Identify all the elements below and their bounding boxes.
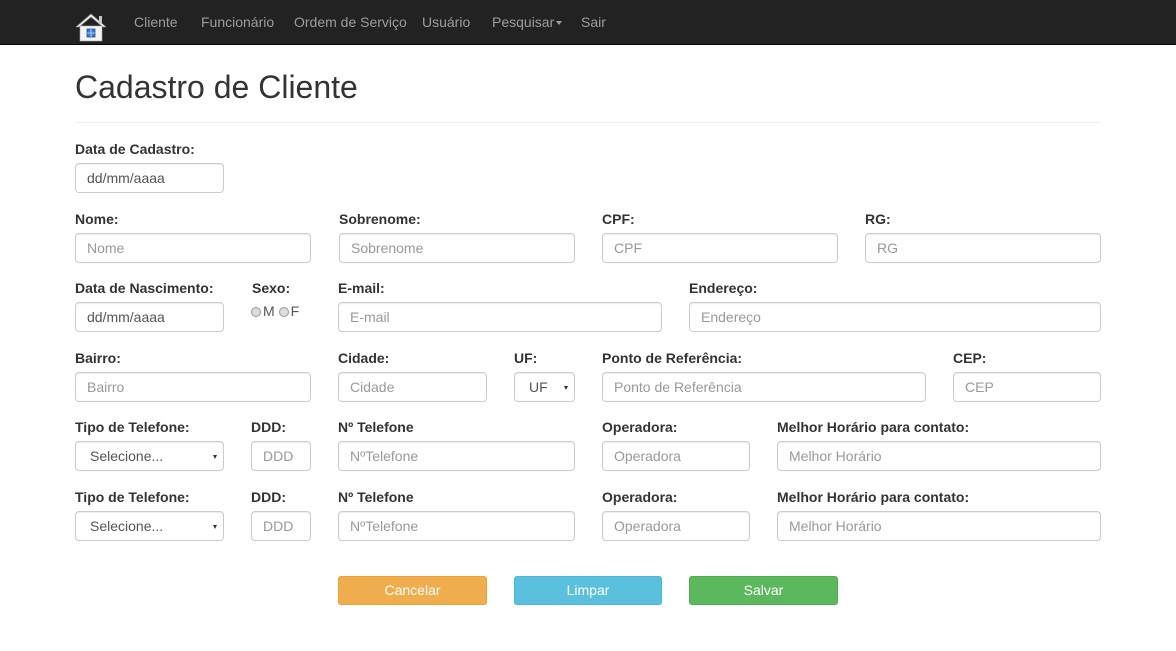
nav-funcionario[interactable]: Funcionário — [201, 14, 274, 30]
nome-input[interactable] — [75, 233, 311, 263]
rg-label: RG: — [865, 211, 891, 227]
email-input[interactable] — [338, 302, 662, 332]
melhor-horario-label: Melhor Horário para contato: — [777, 419, 970, 435]
sexo-f-radio[interactable] — [278, 307, 289, 317]
sexo-m-radio[interactable] — [251, 307, 261, 317]
uf-label: UF: — [514, 350, 538, 366]
melhor-horario-2-input[interactable] — [777, 511, 1101, 541]
nav-cliente[interactable]: Cliente — [134, 14, 178, 30]
nav-usuario[interactable]: Usuário — [422, 14, 470, 30]
operadora-2-input[interactable] — [602, 511, 750, 541]
sobrenome-input[interactable] — [339, 233, 575, 263]
operadora-label: Operadora: — [602, 419, 678, 435]
ddd-2-input[interactable] — [251, 511, 311, 541]
numero-telefone-label: Nº Telefone — [338, 419, 414, 435]
clear-button[interactable]: Limpar — [514, 576, 662, 605]
operadora-2-label: Operadora: — [602, 489, 678, 505]
email-label: E-mail: — [338, 280, 385, 296]
cidade-input[interactable] — [338, 372, 487, 402]
cep-input[interactable] — [953, 372, 1101, 402]
melhor-horario-2-label: Melhor Horário para contato: — [777, 489, 970, 505]
ponto-referencia-label: Ponto de Referência: — [602, 350, 743, 366]
melhor-horario-input[interactable] — [777, 441, 1101, 471]
home-icon[interactable] — [75, 11, 107, 43]
dropdown-arrow-icon — [564, 386, 568, 390]
ddd-input[interactable] — [251, 441, 311, 471]
nav-sair[interactable]: Sair — [581, 14, 606, 30]
tipo-telefone-2-label: Tipo de Telefone: — [75, 489, 190, 505]
dropdown-arrow-icon — [213, 525, 217, 529]
ponto-referencia-input[interactable] — [602, 372, 926, 402]
cpf-label: CPF: — [602, 211, 635, 227]
nome-label: Nome: — [75, 211, 119, 227]
page-title: Cadastro de Cliente — [75, 69, 358, 105]
tipo-telefone-select[interactable]: Selecione... — [75, 441, 224, 471]
tipo-telefone-2-selected: Selecione... — [90, 518, 164, 534]
ddd-2-label: DDD: — [251, 489, 286, 505]
data-cadastro-value: dd/mm/aaaa — [87, 170, 165, 186]
nascimento-value: dd/mm/aaaa — [87, 309, 165, 325]
numero-telefone-2-label: Nº Telefone — [338, 489, 414, 505]
dropdown-arrow-icon — [213, 455, 217, 459]
numero-telefone-input[interactable] — [338, 441, 575, 471]
navbar: Cliente Funcionário Ordem de Serviço Usu… — [0, 0, 1176, 45]
nascimento-label: Data de Nascimento: — [75, 280, 214, 296]
uf-selected: UF — [529, 379, 548, 395]
cidade-label: Cidade: — [338, 350, 390, 366]
data-cadastro-input[interactable]: dd/mm/aaaa — [75, 163, 224, 193]
cpf-input[interactable] — [602, 233, 838, 263]
sexo-m-label: M — [263, 303, 275, 319]
cancel-button[interactable]: Cancelar — [338, 576, 487, 605]
ddd-label: DDD: — [251, 419, 286, 435]
nav-pesquisar-label: Pesquisar — [492, 14, 555, 30]
sexo-label: Sexo: — [252, 280, 291, 296]
sobrenome-label: Sobrenome: — [339, 211, 421, 227]
nav-pesquisar[interactable]: Pesquisar — [492, 14, 563, 30]
tipo-telefone-selected: Selecione... — [90, 448, 164, 464]
save-button[interactable]: Salvar — [689, 576, 838, 605]
tipo-telefone-label: Tipo de Telefone: — [75, 419, 190, 435]
title-divider — [75, 122, 1101, 123]
data-cadastro-label: Data de Cadastro: — [75, 141, 195, 157]
cep-label: CEP: — [953, 350, 987, 366]
operadora-input[interactable] — [602, 441, 750, 471]
bairro-input[interactable] — [75, 372, 311, 402]
rg-input[interactable] — [865, 233, 1101, 263]
nascimento-input[interactable]: dd/mm/aaaa — [75, 302, 224, 332]
endereco-input[interactable] — [689, 302, 1101, 332]
tipo-telefone-2-select[interactable]: Selecione... — [75, 511, 224, 541]
nav-ordem-servico[interactable]: Ordem de Serviço — [294, 14, 407, 30]
uf-select[interactable]: UF — [514, 372, 575, 402]
bairro-label: Bairro: — [75, 350, 121, 366]
sexo-radio-group: M F — [251, 303, 299, 319]
sexo-f-label: F — [290, 303, 300, 319]
numero-telefone-2-input[interactable] — [338, 511, 575, 541]
endereco-label: Endereço: — [689, 280, 758, 296]
caret-down-icon — [556, 21, 563, 26]
